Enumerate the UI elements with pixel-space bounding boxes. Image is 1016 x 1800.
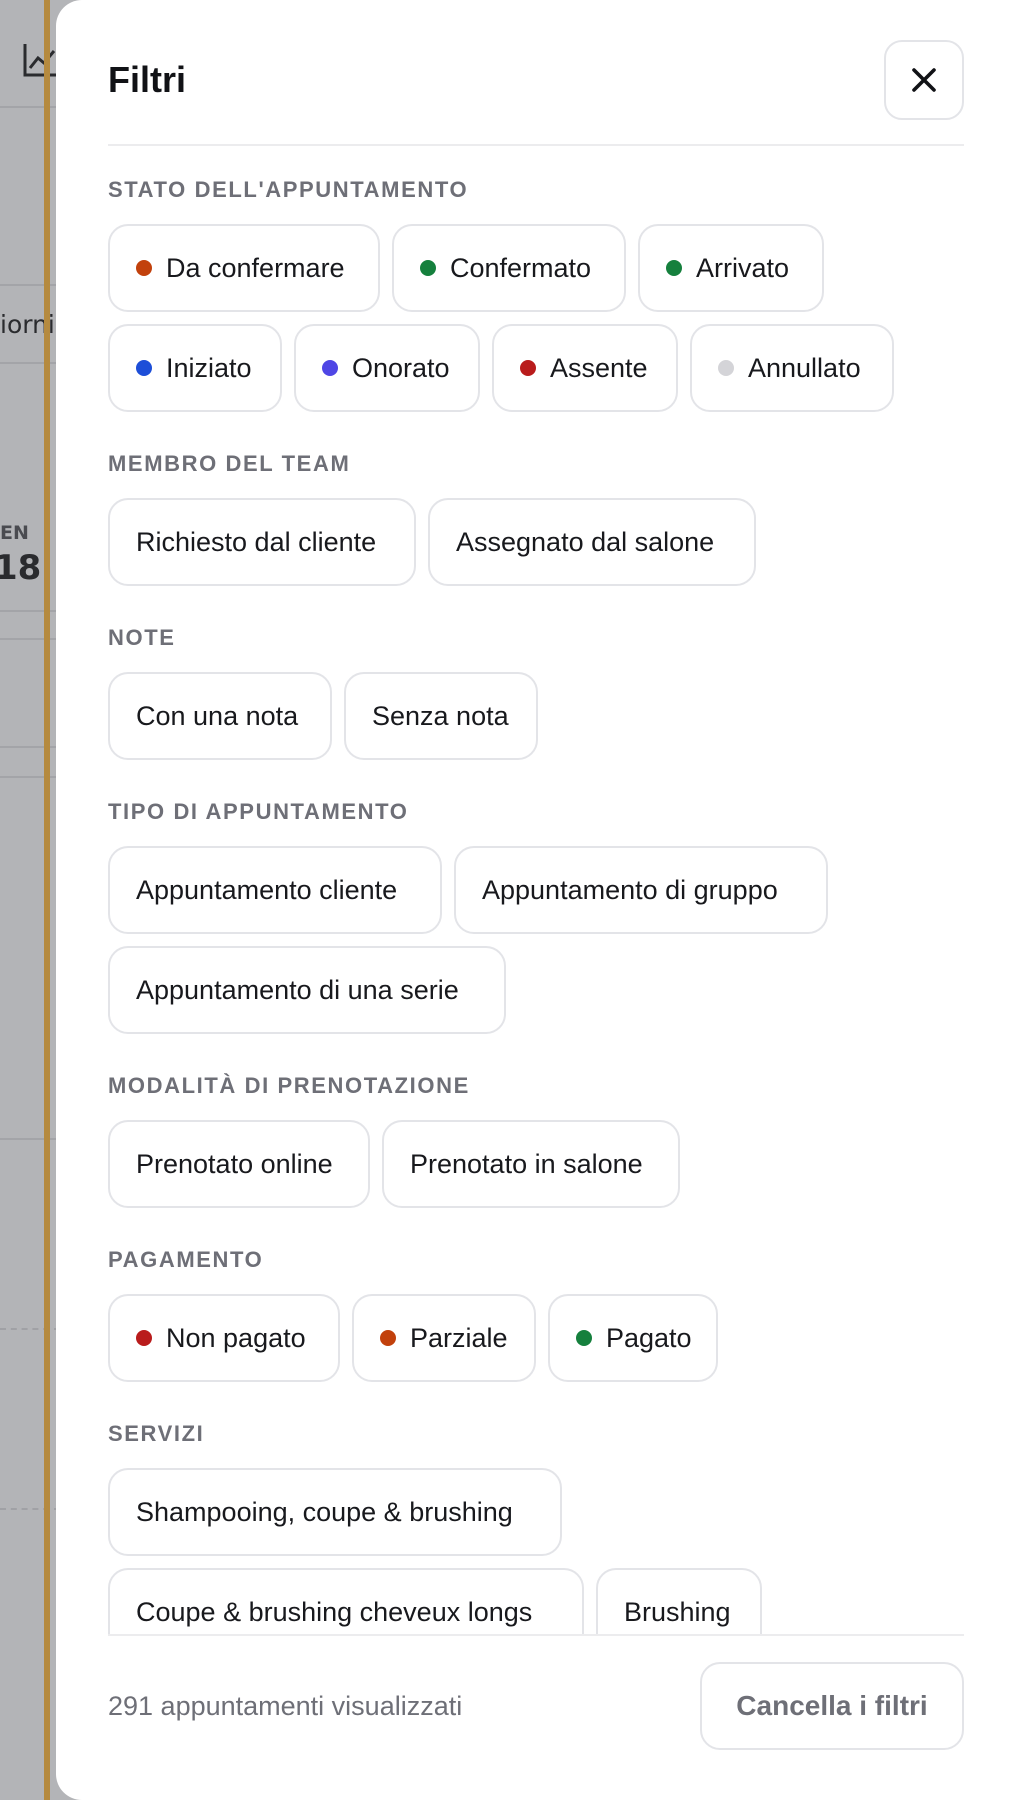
- chip-label: Brushing: [624, 1596, 731, 1627]
- close-button[interactable]: [884, 40, 964, 120]
- chip-status-assente[interactable]: Assente: [492, 324, 678, 412]
- status-dot: [136, 1330, 152, 1346]
- status-dot: [576, 1330, 592, 1346]
- chip-label: Shampooing, coupe & brushing: [136, 1496, 513, 1527]
- chip-label: Annullato: [748, 352, 861, 383]
- chip-label: Onorato: [352, 352, 450, 383]
- chip-status-annullato[interactable]: Annullato: [690, 324, 894, 412]
- section-label-status: STATO DELL'APPUNTAMENTO: [108, 177, 469, 202]
- divider: [0, 746, 60, 748]
- chip-type-client[interactable]: Appuntamento cliente: [108, 846, 442, 934]
- status-dot: [136, 360, 152, 376]
- divider: [0, 1508, 60, 1510]
- divider: [0, 106, 60, 108]
- chip-payment-paid[interactable]: Pagato: [548, 1294, 718, 1382]
- status-dot: [380, 1330, 396, 1346]
- chip-label: Da confermare: [166, 252, 345, 283]
- chip-label: Pagato: [606, 1322, 692, 1353]
- chip-service-long-hair[interactable]: Coupe & brushing cheveux longs: [108, 1568, 584, 1634]
- background-text: EN: [0, 522, 29, 544]
- chip-label: Appuntamento di gruppo: [482, 874, 778, 905]
- chip-label: Parziale: [410, 1322, 508, 1353]
- chip-status-confermato[interactable]: Confermato: [392, 224, 626, 312]
- divider: [0, 284, 60, 286]
- background-app: iorni EN 18: [0, 0, 60, 1800]
- chip-label: Arrivato: [696, 252, 790, 283]
- drawer-title: Filtri: [108, 59, 186, 100]
- drawer-footer: 291 appuntamenti visualizzati Cancella i…: [108, 1634, 964, 1800]
- chip-type-series[interactable]: Appuntamento di una serie: [108, 946, 506, 1034]
- divider: [0, 1328, 60, 1330]
- section-label-services: SERVIZI: [108, 1421, 205, 1446]
- chip-label: Assente: [550, 352, 648, 383]
- drawer-header: Filtri: [108, 0, 964, 146]
- chip-label: Richiesto dal cliente: [136, 526, 377, 557]
- chip-status-iniziato[interactable]: Iniziato: [108, 324, 282, 412]
- chip-label: Appuntamento di una serie: [136, 974, 459, 1005]
- background-value: 18: [0, 548, 42, 588]
- status-dot: [666, 260, 682, 276]
- chip-label: Appuntamento cliente: [136, 874, 398, 905]
- chip-booking-online[interactable]: Prenotato online: [108, 1120, 370, 1208]
- section-label-type: TIPO DI APPUNTAMENTO: [108, 799, 409, 824]
- divider: [0, 362, 60, 364]
- chip-note-with-note[interactable]: Con una nota: [108, 672, 332, 760]
- chip-label: Prenotato in salone: [410, 1148, 643, 1179]
- chip-booking-in-salon[interactable]: Prenotato in salone: [382, 1120, 680, 1208]
- chip-team-assigned-by-salon[interactable]: Assegnato dal salone: [428, 498, 756, 586]
- close-icon: [912, 68, 936, 92]
- chip-label: Assegnato dal salone: [456, 526, 715, 557]
- chip-label: Senza nota: [372, 700, 509, 731]
- results-count: 291 appuntamenti visualizzati: [108, 1691, 463, 1721]
- chip-status-da-confermare[interactable]: Da confermare: [108, 224, 380, 312]
- clear-filters-button[interactable]: Cancella i filtri: [700, 1662, 964, 1750]
- chip-status-onorato[interactable]: Onorato: [294, 324, 480, 412]
- divider: [0, 638, 60, 640]
- status-dot: [718, 360, 734, 376]
- chip-payment-unpaid[interactable]: Non pagato: [108, 1294, 340, 1382]
- section-label-note: NOTE: [108, 625, 176, 650]
- divider: [0, 776, 60, 778]
- chip-payment-partial[interactable]: Parziale: [352, 1294, 536, 1382]
- filters-content[interactable]: STATO DELL'APPUNTAMENTO Da confermare Co…: [108, 146, 964, 1634]
- chip-label: Con una nota: [136, 700, 299, 731]
- status-dot: [322, 360, 338, 376]
- chip-note-without-note[interactable]: Senza nota: [344, 672, 538, 760]
- chip-label: Iniziato: [166, 352, 252, 383]
- status-dot: [420, 260, 436, 276]
- divider: [0, 610, 60, 612]
- chip-service-brushing[interactable]: Brushing: [596, 1568, 762, 1634]
- chip-label: Confermato: [450, 252, 592, 283]
- status-dot: [136, 260, 152, 276]
- divider: [0, 1138, 60, 1140]
- drawer-accent-edge: [44, 0, 50, 1800]
- chart-icon: [23, 44, 58, 77]
- chip-type-group[interactable]: Appuntamento di gruppo: [454, 846, 828, 934]
- chip-label: Coupe & brushing cheveux longs: [136, 1596, 533, 1627]
- section-label-booking: MODALITÀ DI PRENOTAZIONE: [108, 1073, 470, 1098]
- chip-label: Non pagato: [166, 1322, 306, 1353]
- chip-service-shampooing[interactable]: Shampooing, coupe & brushing: [108, 1468, 562, 1556]
- section-label-team: MEMBRO DEL TEAM: [108, 451, 351, 476]
- chip-label: Prenotato online: [136, 1148, 333, 1179]
- chip-status-arrivato[interactable]: Arrivato: [638, 224, 824, 312]
- section-label-payment: PAGAMENTO: [108, 1247, 264, 1272]
- status-dot: [520, 360, 536, 376]
- chip-team-requested-by-client[interactable]: Richiesto dal cliente: [108, 498, 416, 586]
